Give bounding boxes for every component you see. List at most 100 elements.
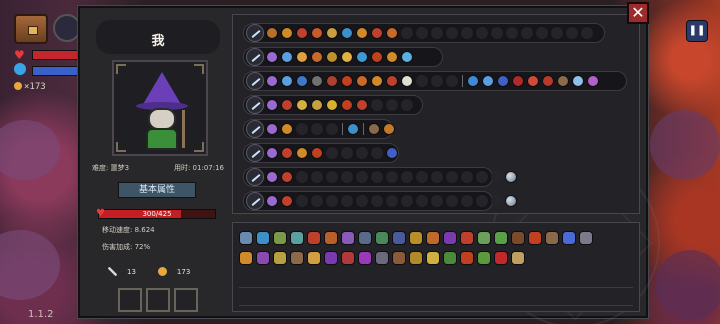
empty-spell-slot[interactable] [356, 171, 368, 183]
wand-icon[interactable] [246, 144, 264, 162]
relic-item[interactable] [375, 251, 389, 265]
relic-item[interactable] [273, 251, 287, 265]
spell-slot[interactable] [527, 75, 539, 87]
spell-slot[interactable] [497, 75, 509, 87]
empty-spell-slot[interactable] [446, 195, 458, 207]
empty-spell-slot[interactable] [371, 195, 383, 207]
spell-slot[interactable] [296, 27, 308, 39]
wand-icon[interactable] [246, 72, 264, 90]
empty-spell-slot[interactable] [476, 27, 488, 39]
relic-item[interactable] [392, 231, 406, 245]
spell-slot[interactable] [467, 75, 479, 87]
empty-spell-slot[interactable] [401, 195, 413, 207]
relic-item[interactable] [358, 231, 372, 245]
relic-item[interactable] [460, 251, 474, 265]
equipment-slot[interactable] [146, 288, 170, 312]
empty-spell-slot[interactable] [326, 195, 338, 207]
spell-slot[interactable] [281, 171, 293, 183]
empty-spell-slot[interactable] [401, 99, 413, 111]
empty-spell-slot[interactable] [551, 27, 563, 39]
spell-slot[interactable] [326, 75, 338, 87]
spell-slot[interactable] [383, 123, 395, 135]
empty-spell-slot[interactable] [371, 147, 383, 159]
spell-slot[interactable] [386, 147, 398, 159]
empty-spell-slot[interactable] [431, 195, 443, 207]
empty-spell-slot[interactable] [476, 195, 488, 207]
relic-item[interactable] [375, 231, 389, 245]
spell-slot[interactable] [512, 75, 524, 87]
empty-spell-slot[interactable] [461, 171, 473, 183]
relic-item[interactable] [324, 251, 338, 265]
wand-icon[interactable] [246, 168, 264, 186]
empty-spell-slot[interactable] [356, 195, 368, 207]
relic-item[interactable] [443, 231, 457, 245]
spell-slot[interactable] [572, 75, 584, 87]
spell-slot[interactable] [311, 75, 323, 87]
empty-spell-slot[interactable] [461, 27, 473, 39]
empty-spell-slot[interactable] [311, 123, 323, 135]
empty-spell-slot[interactable] [431, 27, 443, 39]
empty-spell-slot[interactable] [416, 171, 428, 183]
relic-item[interactable] [511, 251, 525, 265]
empty-spell-slot[interactable] [431, 75, 443, 87]
spell-slot[interactable] [371, 51, 383, 63]
relic-item[interactable] [239, 231, 253, 245]
empty-spell-slot[interactable] [416, 75, 428, 87]
empty-spell-slot[interactable] [401, 27, 413, 39]
close-button[interactable]: ✕ [627, 2, 649, 24]
empty-spell-slot[interactable] [386, 171, 398, 183]
relic-item[interactable] [426, 231, 440, 245]
relic-item[interactable] [494, 231, 508, 245]
empty-spell-slot[interactable] [536, 27, 548, 39]
spell-slot[interactable] [341, 51, 353, 63]
empty-spell-slot[interactable] [416, 27, 428, 39]
empty-spell-slot[interactable] [401, 171, 413, 183]
relic-item[interactable] [358, 251, 372, 265]
empty-spell-slot[interactable] [311, 195, 323, 207]
spell-slot[interactable] [371, 75, 383, 87]
relic-item[interactable] [409, 251, 423, 265]
spell-slot[interactable] [326, 51, 338, 63]
spell-slot[interactable] [326, 99, 338, 111]
spell-slot[interactable] [296, 147, 308, 159]
wand-icon[interactable] [246, 120, 264, 138]
empty-spell-slot[interactable] [341, 195, 353, 207]
spell-slot[interactable] [281, 147, 293, 159]
spell-slot[interactable] [281, 51, 293, 63]
spell-slot[interactable] [266, 51, 278, 63]
wand-icon[interactable] [246, 24, 264, 42]
empty-spell-slot[interactable] [341, 171, 353, 183]
empty-spell-slot[interactable] [386, 195, 398, 207]
spell-slot[interactable] [281, 99, 293, 111]
spell-slot[interactable] [311, 147, 323, 159]
spell-slot[interactable] [281, 75, 293, 87]
relic-item[interactable] [256, 231, 270, 245]
wand-row[interactable] [243, 95, 423, 115]
empty-spell-slot[interactable] [491, 195, 503, 207]
relic-item[interactable] [443, 251, 457, 265]
empty-spell-slot[interactable] [506, 27, 518, 39]
spell-slot[interactable] [341, 99, 353, 111]
empty-spell-slot[interactable] [296, 171, 308, 183]
relic-item[interactable] [494, 251, 508, 265]
spell-slot[interactable] [311, 51, 323, 63]
relic-item[interactable] [290, 251, 304, 265]
inventory-chest-button[interactable] [14, 14, 48, 44]
empty-spell-slot[interactable] [491, 171, 503, 183]
empty-spell-slot[interactable] [581, 27, 593, 39]
wand-row[interactable] [243, 47, 443, 67]
empty-spell-slot[interactable] [446, 171, 458, 183]
empty-spell-slot[interactable] [446, 27, 458, 39]
equipment-slot[interactable] [118, 288, 142, 312]
spell-slot[interactable] [311, 99, 323, 111]
spell-slot[interactable] [356, 75, 368, 87]
spell-slot[interactable] [266, 171, 278, 183]
spell-slot[interactable] [341, 27, 353, 39]
empty-spell-slot[interactable] [566, 27, 578, 39]
relic-item[interactable] [341, 251, 355, 265]
empty-spell-slot[interactable] [296, 195, 308, 207]
spell-slot[interactable] [326, 27, 338, 39]
relic-item[interactable] [239, 251, 253, 265]
attributes-tab[interactable]: 基本属性 [118, 182, 196, 198]
empty-spell-slot[interactable] [326, 123, 338, 135]
